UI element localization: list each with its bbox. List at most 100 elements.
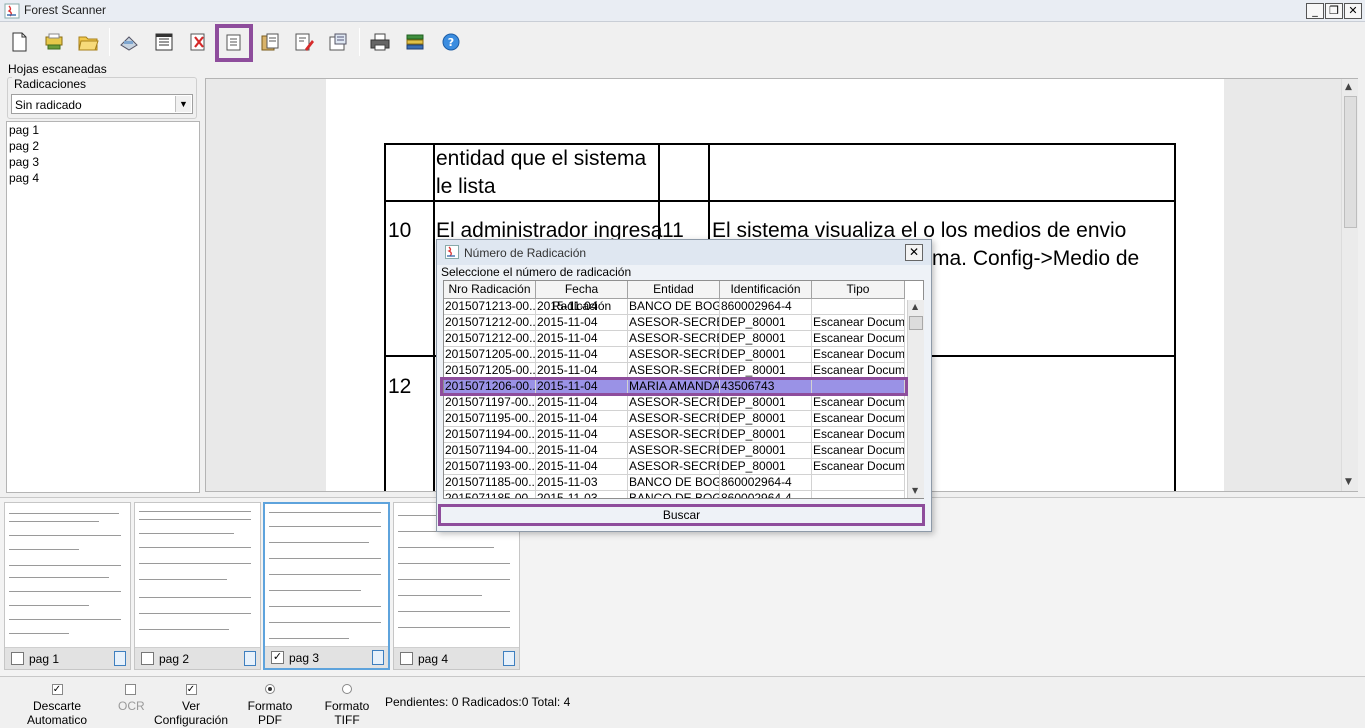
open-folder-icon[interactable] — [77, 31, 99, 53]
nro-radicacion-cell: 2015071194-00... — [445, 427, 536, 442]
table-row[interactable]: 2015071212-00...2015-11-04ASESOR-SECRE..… — [444, 315, 905, 331]
scanner-icon[interactable] — [43, 31, 65, 53]
entidad-cell: BANCO DE BOG... — [628, 491, 720, 498]
tipo-cell — [812, 299, 905, 314]
edit-icon[interactable] — [293, 31, 315, 53]
thumbnail-label: pag 1 — [29, 652, 60, 666]
ver-configuracion-option[interactable]: ✓ Ver Configuración — [147, 684, 235, 727]
ocr-label: OCR — [118, 699, 145, 713]
thumbnail-checkbox[interactable] — [400, 652, 413, 665]
dialog-titlebar: Número de Radicación ✕ — [437, 240, 931, 265]
nro-radicacion-cell: 2015071185-00... — [444, 491, 536, 498]
list-item-page[interactable]: pag 1 — [7, 122, 199, 138]
column-header[interactable]: Entidad — [628, 281, 720, 298]
tipo-cell: Escanear Docum... — [813, 363, 905, 378]
nro-radicacion-cell: 2015071185-00... — [445, 475, 536, 490]
chevron-down-icon[interactable]: ▼ — [175, 96, 191, 112]
scrollbar-thumb[interactable] — [1344, 96, 1357, 228]
column-header[interactable]: Fecha Radicación — [536, 281, 628, 313]
table-row[interactable]: 2015071195-00...2015-11-04ASESOR-SECRE..… — [444, 411, 905, 427]
radicaciones-label: Radicaciones — [12, 77, 89, 91]
delete-icon[interactable] — [187, 31, 209, 53]
paste-icon[interactable] — [259, 31, 281, 53]
document-icon[interactable] — [372, 650, 384, 665]
identificacion-cell: DEP_80001 — [720, 331, 812, 346]
selected-row-highlight-box — [440, 377, 908, 396]
close-window-button[interactable]: ✕ — [1344, 3, 1362, 19]
list-icon[interactable] — [153, 31, 175, 53]
thumbnail-card[interactable]: pag 2 — [134, 502, 261, 670]
thumbnail-checkbox[interactable]: ✓ — [271, 651, 284, 664]
scrollbar-thumb[interactable] — [909, 316, 923, 330]
table-scrollbar[interactable]: ▲ ▼ — [907, 300, 924, 498]
radicaciones-select[interactable]: Sin radicado ▼ — [11, 94, 193, 114]
fecha-radicacion-cell: 2015-11-04 — [536, 299, 628, 314]
column-header[interactable]: Identificación — [720, 281, 812, 298]
entidad-cell: BANCO DE BOG... — [629, 299, 720, 314]
properties-icon[interactable] — [327, 31, 349, 53]
close-icon[interactable]: ✕ — [905, 244, 923, 261]
table-row[interactable]: 2015071193-00...2015-11-04ASESOR-SECRE..… — [444, 459, 905, 475]
doc-text: 10 — [388, 219, 412, 242]
list-item-page[interactable]: pag 3 — [7, 154, 199, 170]
scroll-up-icon[interactable]: ▲ — [912, 302, 918, 311]
print-icon[interactable] — [369, 31, 391, 53]
formato-pdf-option[interactable]: Formato PDF — [238, 684, 302, 727]
scroll-down-icon[interactable]: ▼ — [912, 486, 918, 495]
column-header[interactable]: Tipo — [812, 281, 905, 298]
scroll-up-icon[interactable]: ▲ — [1345, 82, 1352, 92]
table-row[interactable]: 2015071213-00...2015-11-04BANCO DE BOG..… — [444, 299, 905, 315]
document-icon[interactable] — [244, 651, 256, 666]
thumbnail-checkbox[interactable] — [11, 652, 24, 665]
table-row[interactable]: 2015071185-00...2015-11-03BANCO DE BOG..… — [444, 475, 905, 491]
table-row[interactable]: 2015071185-00...2015-11-03BANCO DE BOG..… — [444, 491, 905, 498]
stack-icon[interactable] — [404, 31, 426, 53]
thumbnail-card-selected[interactable]: ✓ pag 3 — [263, 502, 390, 670]
document-icon[interactable] — [503, 651, 515, 666]
formato-pdf-radio[interactable] — [265, 684, 275, 694]
table-row[interactable]: 2015071197-00...2015-11-04ASESOR-SECRE..… — [444, 395, 905, 411]
buscar-button[interactable]: Buscar — [438, 504, 925, 526]
scroll-down-icon[interactable]: ▼ — [1345, 477, 1352, 487]
thumbnail-image — [9, 505, 127, 645]
identificacion-cell: DEP_80001 — [720, 411, 812, 426]
restore-button[interactable]: ❐ — [1325, 3, 1343, 19]
identificacion-cell: DEP_80001 — [720, 427, 812, 442]
fecha-radicacion-cell: 2015-11-04 — [536, 347, 628, 362]
descarte-automatico-option[interactable]: ✓ Descarte Automatico — [6, 684, 108, 727]
list-item-page[interactable]: pag 4 — [7, 170, 199, 186]
table-row[interactable]: 2015071212-00...2015-11-04ASESOR-SECRE..… — [444, 331, 905, 347]
entidad-cell: ASESOR-SECRE... — [628, 427, 720, 442]
entidad-cell: ASESOR-SECRE... — [628, 315, 720, 330]
nro-radicacion-cell: 2015071212-00... — [445, 331, 536, 346]
hojas-escaneadas-label: Hojas escaneadas — [8, 62, 107, 76]
nro-radicacion-cell: 2015071197-00... — [445, 395, 536, 410]
minimize-button[interactable]: _ — [1306, 3, 1324, 19]
tipo-cell: Escanear Docum... — [813, 443, 905, 458]
thumbnail-checkbox[interactable] — [141, 652, 154, 665]
list-item-page[interactable]: pag 2 — [7, 138, 199, 154]
new-document-icon[interactable] — [8, 31, 30, 53]
table-row[interactable]: 2015071194-00...2015-11-04ASESOR-SECRE..… — [444, 427, 905, 443]
descarte-checkbox[interactable]: ✓ — [51, 684, 63, 695]
status-text: Pendientes: 0 Radicados:0 Total: 4 — [385, 695, 571, 709]
toolbar-separator — [109, 28, 110, 56]
identificacion-cell: 860002964-4 — [720, 491, 812, 498]
thumbnail-card[interactable]: pag 1 — [4, 502, 131, 670]
radicaciones-selected-value: Sin radicado — [15, 98, 82, 112]
document-icon[interactable] — [114, 651, 126, 666]
column-header[interactable]: Nro Radicación — [444, 281, 536, 298]
scan-settings-icon[interactable] — [118, 31, 140, 53]
tipo-cell — [812, 491, 905, 498]
table-row[interactable]: 2015071205-00...2015-11-04ASESOR-SECRE..… — [444, 347, 905, 363]
ocr-option[interactable]: OCR — [118, 684, 145, 713]
table-row[interactable]: 2015071194-00...2015-11-04ASESOR-SECRE..… — [444, 443, 905, 459]
ver-configuracion-checkbox[interactable]: ✓ — [185, 684, 197, 695]
entidad-cell: ASESOR-SECRE... — [628, 459, 720, 474]
formato-tiff-option[interactable]: Formato TIFF — [313, 684, 381, 727]
help-icon[interactable]: ? — [440, 31, 462, 53]
ocr-checkbox[interactable] — [124, 684, 136, 695]
doc-text: ma. Config->Medio de — [932, 247, 1140, 270]
viewer-scrollbar[interactable]: ▲ ▼ — [1341, 79, 1358, 491]
formato-tiff-radio[interactable] — [342, 684, 352, 694]
